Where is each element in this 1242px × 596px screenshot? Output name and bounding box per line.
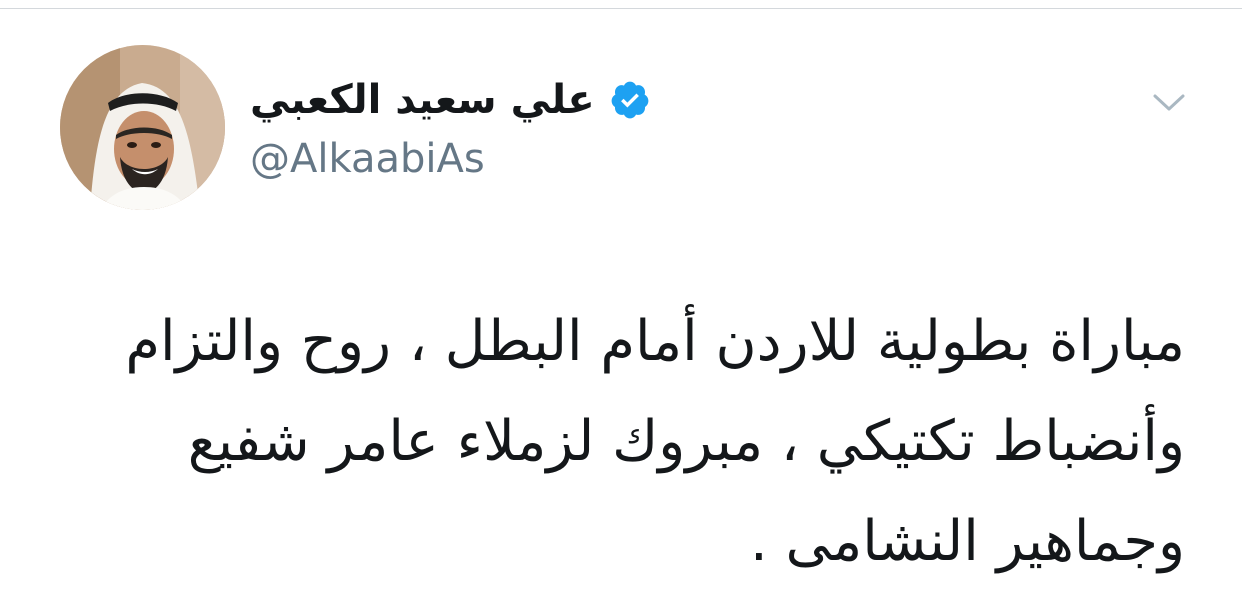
tweet-text: مباراة بطولية للاردن أمام البطل ، روح وا… (125, 309, 1185, 574)
profile-photo-icon (60, 45, 225, 210)
verified-badge-icon (611, 81, 649, 119)
name-row: علي سعيد الكعبي (250, 66, 1050, 134)
user-handle[interactable]: @AlkaabiAs (250, 136, 1050, 182)
tweet-card: علي سعيد الكعبي @AlkaabiAs مباراة بطولية… (0, 0, 1242, 596)
display-name[interactable]: علي سعيد الكعبي (250, 77, 595, 123)
avatar[interactable] (60, 45, 225, 210)
chevron-down-icon (1153, 94, 1185, 111)
tweet-author: علي سعيد الكعبي @AlkaabiAs (250, 66, 1050, 206)
tweet-menu-button[interactable] (1146, 80, 1192, 126)
